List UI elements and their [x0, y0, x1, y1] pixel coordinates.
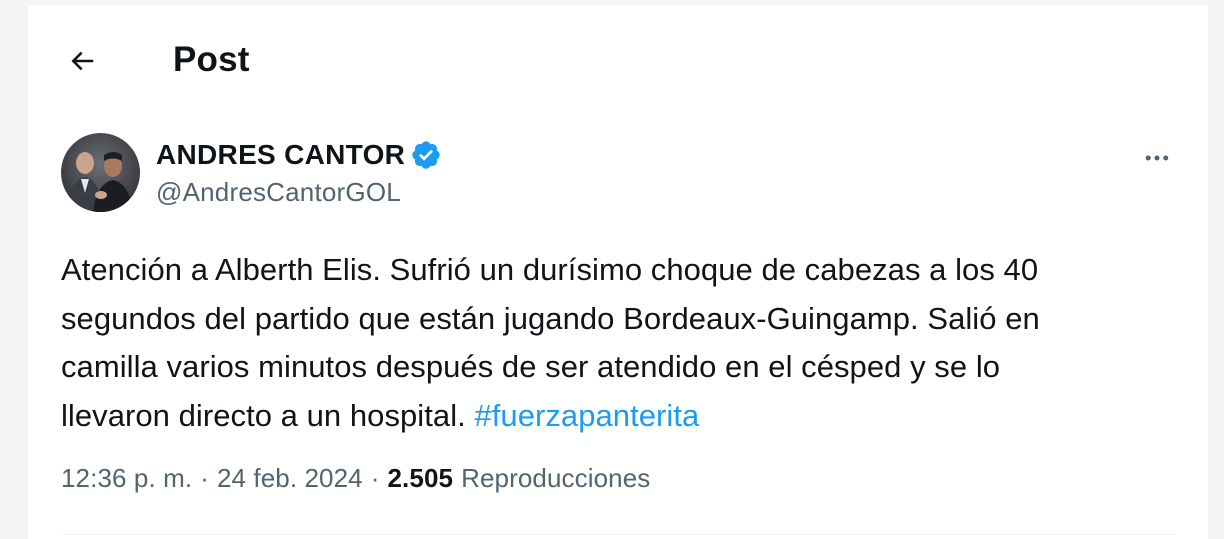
more-horizontal-icon: [1145, 155, 1169, 161]
back-button[interactable]: [60, 39, 104, 83]
hashtag-link[interactable]: #fuerzapanterita: [474, 398, 699, 433]
more-options-button[interactable]: [1136, 141, 1178, 175]
meta-separator: ·: [200, 463, 209, 493]
post-meta: 12:36 p. m. · 24 feb. 2024 · 2.505 Repro…: [61, 463, 650, 494]
author-name-row: ANDRES CANTOR: [156, 137, 442, 173]
arrow-left-icon: [71, 51, 94, 71]
post-date[interactable]: 24 feb. 2024: [217, 463, 363, 494]
post-card: Post ANDRES CANTOR @AndresCantorGOL Aten…: [27, 4, 1209, 539]
meta-separator: ·: [370, 463, 380, 493]
post-text: Atención a Alberth Elis. Sufrió un durís…: [61, 246, 1171, 440]
author-handle[interactable]: @AndresCantorGOL: [156, 177, 442, 208]
author-block: ANDRES CANTOR @AndresCantorGOL: [156, 137, 442, 208]
avatar[interactable]: [61, 133, 140, 212]
post-header: Post: [28, 5, 1208, 115]
verified-badge-icon[interactable]: [410, 139, 442, 171]
post-time[interactable]: 12:36 p. m.: [61, 463, 192, 494]
views-count: 2.505: [387, 463, 454, 493]
author-display-name[interactable]: ANDRES CANTOR: [156, 139, 405, 171]
avatar-image: [61, 133, 140, 212]
page-title: Post: [173, 40, 250, 79]
divider: [61, 534, 1176, 535]
views-label: Reproducciones: [461, 463, 651, 493]
